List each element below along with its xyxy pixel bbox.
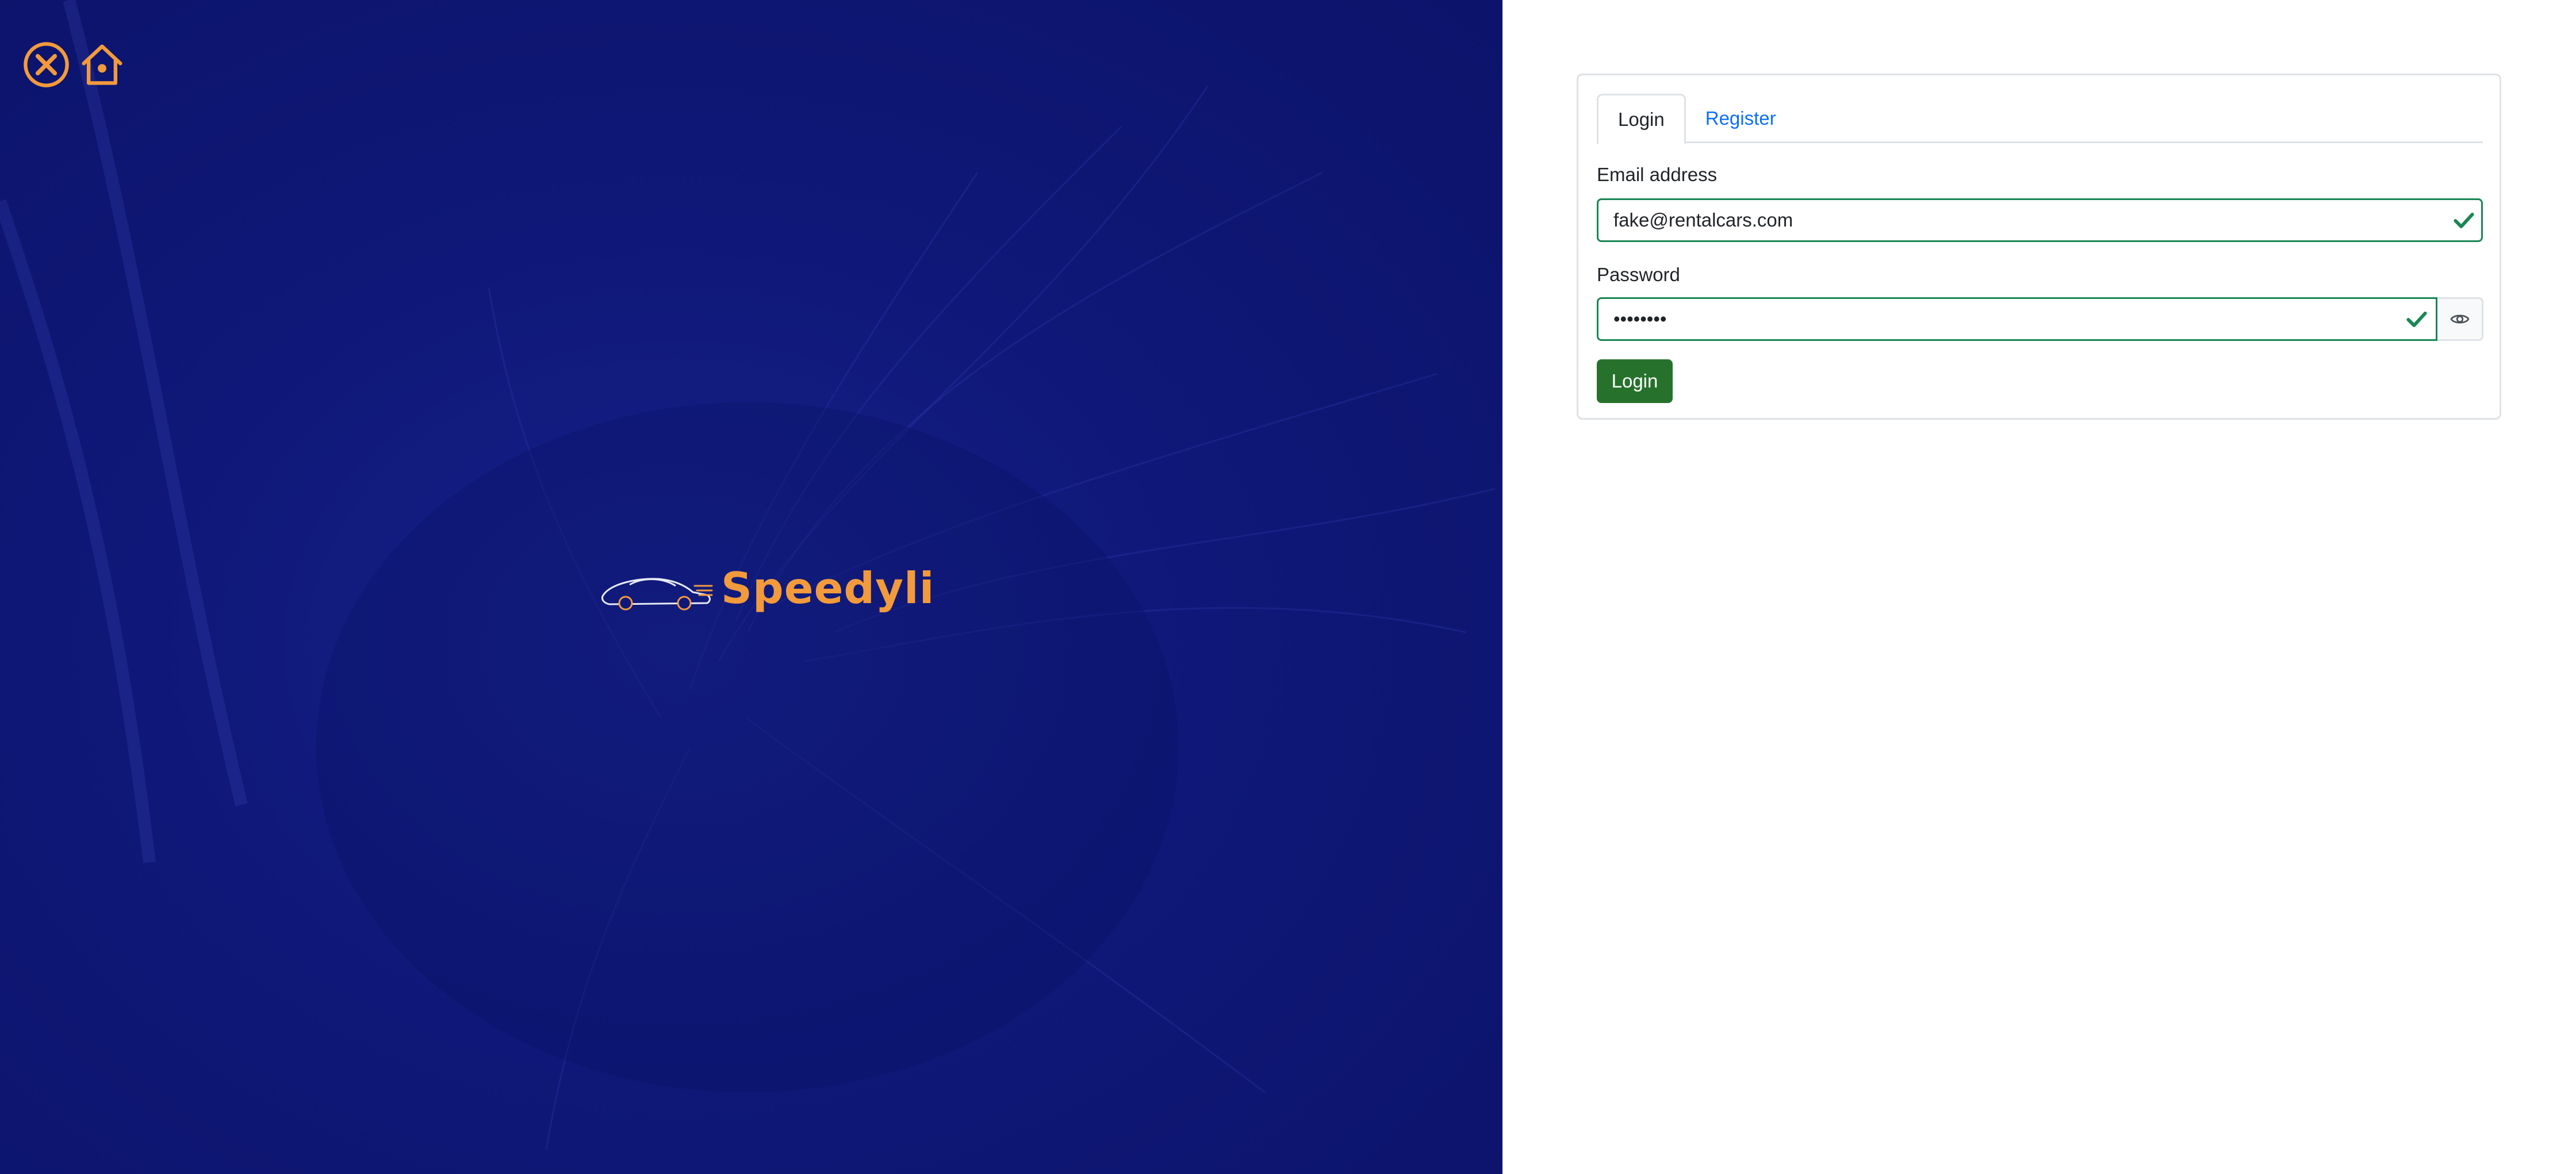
auth-tabs: Login Register xyxy=(1597,94,2483,145)
toggle-password-visibility-button[interactable] xyxy=(2437,297,2483,341)
hero-nav xyxy=(22,40,126,89)
hero-panel: Speedyli xyxy=(0,0,1502,1174)
password-field[interactable] xyxy=(1597,297,2437,341)
password-label: Password xyxy=(1597,264,1680,285)
brand-logo: Speedyli xyxy=(598,561,934,615)
brand-name: Speedyli xyxy=(721,562,935,613)
email-field[interactable] xyxy=(1597,198,2483,242)
email-valid-check-icon xyxy=(2454,212,2474,228)
password-valid-check-icon xyxy=(2406,311,2427,327)
eye-icon xyxy=(2450,314,2470,324)
tab-login[interactable]: Login xyxy=(1597,94,1686,145)
home-icon[interactable] xyxy=(78,40,126,89)
login-card: Login Register Email address Password Lo… xyxy=(1577,74,2501,420)
tab-register[interactable]: Register xyxy=(1686,94,1796,143)
close-circle-icon[interactable] xyxy=(22,40,71,89)
login-button[interactable]: Login xyxy=(1597,359,1673,403)
car-logo-icon xyxy=(601,578,713,611)
email-label: Email address xyxy=(1597,164,1718,185)
